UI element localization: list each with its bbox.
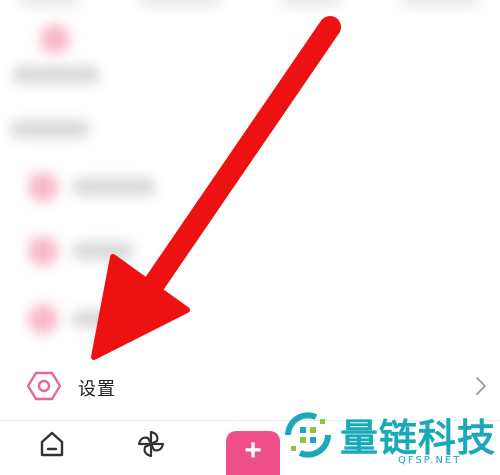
- home-icon[interactable]: [37, 429, 67, 459]
- settings-label: 设置: [78, 379, 116, 400]
- blurred-menu-row[interactable]: [0, 228, 500, 272]
- blurred-top-strip: [0, 0, 500, 8]
- blurred-section-label: [12, 66, 100, 84]
- blurred-avatar: [40, 24, 70, 54]
- blurred-menu-label: [72, 242, 134, 260]
- plus-icon: +: [244, 434, 262, 467]
- blurred-menu-row[interactable]: [0, 296, 500, 340]
- settings-icon: [27, 371, 61, 401]
- chevron-right-icon: [476, 377, 486, 395]
- watermark: 量链科技 QFSP.NET: [280, 405, 500, 469]
- blurred-menu-label: [72, 310, 112, 328]
- watermark-title: 量链科技: [340, 416, 497, 460]
- add-button[interactable]: +: [226, 431, 280, 475]
- blurred-menu-row[interactable]: [0, 164, 500, 208]
- blurred-menu-label: [72, 178, 156, 196]
- watermark-site: QFSP.NET: [398, 455, 462, 466]
- blurred-section-heading: [10, 120, 90, 138]
- pinwheel-icon[interactable]: [135, 428, 167, 460]
- blurred-menu-icon: [28, 304, 58, 334]
- watermark-logo-icon: [285, 412, 331, 458]
- blurred-menu-icon: [28, 172, 58, 202]
- blurred-menu-icon: [28, 236, 58, 266]
